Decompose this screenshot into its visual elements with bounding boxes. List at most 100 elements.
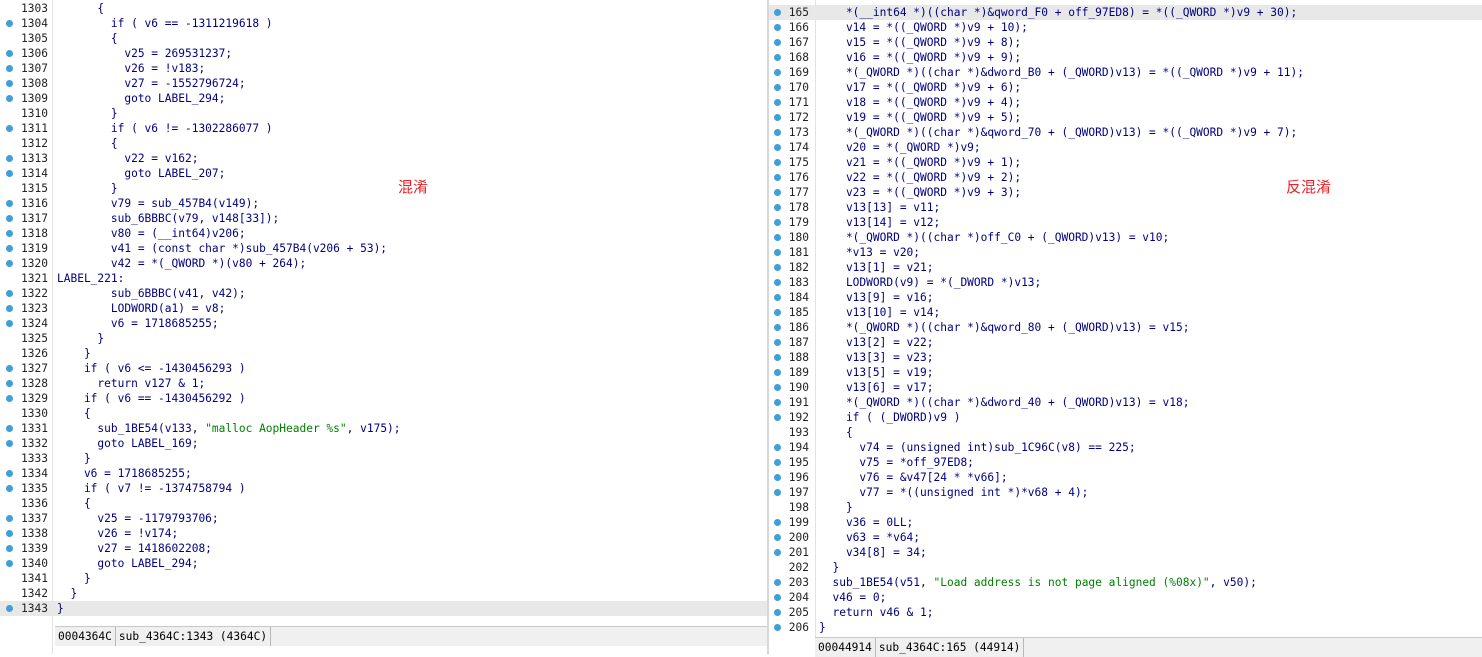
code-text[interactable]: v21 = *((_QWORD *)v9 + 1); [819,155,1021,170]
code-line[interactable]: 203 sub_1BE54(v51, "Load address is not … [769,575,1482,590]
code-text[interactable]: } [57,601,64,616]
code-line[interactable]: 175 v21 = *((_QWORD *)v9 + 1); [769,155,1482,170]
code-text[interactable]: } [57,571,91,586]
code-text[interactable]: v26 = !v174; [57,526,178,541]
code-line[interactable]: 170 v17 = *((_QWORD *)v9 + 6); [769,80,1482,95]
code-line[interactable]: 196 v76 = &v47[24 * *v66]; [769,470,1482,485]
code-text[interactable]: v27 = -1552796724; [57,76,245,91]
code-line[interactable]: 187 v13[2] = v22; [769,335,1482,350]
code-text[interactable]: sub_6BBBC(v41, v42); [57,286,246,301]
code-line[interactable]: 1313 v22 = v162; [0,151,767,166]
code-line[interactable]: 1308 v27 = -1552796724; [0,76,767,91]
code-line[interactable]: 1325 } [0,331,767,346]
code-view[interactable]: 165 *(__int64 *)((char *)&qword_F0 + off… [769,5,1482,635]
code-text[interactable]: v42 = *(_QWORD *)(v80 + 264); [57,256,306,271]
code-text[interactable]: v6 = 1718685255; [57,316,219,331]
code-text[interactable]: v80 = (__int64)v206; [57,226,246,241]
code-line[interactable]: 1342 } [0,586,767,601]
code-line[interactable]: 206} [769,620,1482,635]
code-line[interactable]: 193 { [769,425,1482,440]
code-line[interactable]: 1315 } [0,181,767,196]
code-text[interactable]: { [57,136,118,151]
code-line[interactable]: 204 v46 = 0; [769,590,1482,605]
code-text[interactable]: *v13 = v20; [819,245,920,260]
code-text[interactable]: return v127 & 1; [57,376,205,391]
code-line[interactable]: 184 v13[9] = v16; [769,290,1482,305]
code-line[interactable]: 165 *(__int64 *)((char *)&qword_F0 + off… [769,5,1482,20]
code-text[interactable]: *(_QWORD *)((char *)&qword_80 + (_QWORD)… [819,320,1190,335]
code-line[interactable]: 1339 v27 = 1418602208; [0,541,767,556]
code-line[interactable]: 168 v16 = *((_QWORD *)v9 + 9); [769,50,1482,65]
code-text[interactable]: { [819,425,853,440]
right-pseudocode-pane[interactable]: 165 *(__int64 *)((char *)&qword_F0 + off… [769,0,1482,654]
code-text[interactable]: v13[10] = v14; [819,305,940,320]
code-line[interactable]: 1341 } [0,571,767,586]
code-text[interactable]: if ( v7 != -1374758794 ) [57,481,246,496]
code-line[interactable]: 186 *(_QWORD *)((char *)&qword_80 + (_QW… [769,320,1482,335]
left-pseudocode-pane[interactable]: 1303 {1304 if ( v6 == -1311219618 ) 1305 … [0,0,767,654]
code-text[interactable]: v13[3] = v23; [819,350,934,365]
code-line[interactable]: 191 *(_QWORD *)((char *)&dword_40 + (_QW… [769,395,1482,410]
code-line[interactable]: 1331 sub_1BE54(v133, "malloc AopHeader %… [0,421,767,436]
code-text[interactable]: LODWORD(a1) = v8; [57,301,226,316]
code-line[interactable]: 1314 goto LABEL_207; [0,166,767,181]
code-line[interactable]: 189 v13[5] = v19; [769,365,1482,380]
code-text[interactable]: v17 = *((_QWORD *)v9 + 6); [819,80,1021,95]
code-text[interactable]: sub_6BBBC(v79, v148[33]); [57,211,279,226]
code-line[interactable]: 197 v77 = *((unsigned int *)*v68 + 4); [769,485,1482,500]
code-line[interactable]: 1319 v41 = (const char *)sub_457B4(v206 … [0,241,767,256]
code-line[interactable]: 1330 { [0,406,767,421]
code-text[interactable]: v13[6] = v17; [819,380,934,395]
code-text[interactable]: } [819,620,826,635]
code-text[interactable]: v19 = *((_QWORD *)v9 + 5); [819,110,1021,125]
code-text[interactable]: v18 = *((_QWORD *)v9 + 4); [819,95,1021,110]
code-line[interactable]: 179 v13[14] = v12; [769,215,1482,230]
code-line[interactable]: 174 v20 = *(_QWORD *)v9; [769,140,1482,155]
code-text[interactable]: v63 = *v64; [819,530,920,545]
code-text[interactable]: *(_QWORD *)((char *)off_C0 + (_QWORD)v13… [819,230,1169,245]
code-text[interactable]: } [57,346,91,361]
code-text[interactable]: if ( v6 != -1302286077 ) [57,121,273,136]
code-line[interactable]: 181 *v13 = v20; [769,245,1482,260]
code-line[interactable]: 1335 if ( v7 != -1374758794 ) [0,481,767,496]
code-line[interactable]: 1326 } [0,346,767,361]
code-line[interactable]: 192 if ( (_DWORD)v9 ) [769,410,1482,425]
code-line[interactable]: 1322 sub_6BBBC(v41, v42); [0,286,767,301]
code-line[interactable]: 195 v75 = *off_97ED8; [769,455,1482,470]
code-text[interactable]: v13[14] = v12; [819,215,940,230]
code-line[interactable]: 205 return v46 & 1; [769,605,1482,620]
code-text[interactable]: } [57,181,118,196]
code-line[interactable]: 1333 } [0,451,767,466]
code-text[interactable]: { [57,1,104,16]
code-text[interactable]: LABEL_221: [57,271,124,286]
code-line[interactable]: 185 v13[10] = v14; [769,305,1482,320]
code-text[interactable]: v13[2] = v22; [819,335,934,350]
code-line[interactable]: 1306 v25 = 269531237; [0,46,767,61]
code-text[interactable]: *(_QWORD *)((char *)&qword_70 + (_QWORD)… [819,125,1297,140]
code-text[interactable]: v76 = &v47[24 * *v66]; [819,470,1007,485]
code-text[interactable]: v36 = 0LL; [819,515,913,530]
code-text[interactable]: { [57,496,91,511]
code-line[interactable]: 198 } [769,500,1482,515]
code-text[interactable]: } [57,106,118,121]
code-text[interactable]: sub_1BE54(v51, "Load address is not page… [819,575,1256,590]
code-line[interactable]: 1329 if ( v6 == -1430456292 ) [0,391,767,406]
code-line[interactable]: 1328 return v127 & 1; [0,376,767,391]
code-line[interactable]: 182 v13[1] = v21; [769,260,1482,275]
code-text[interactable]: } [819,560,839,575]
code-line[interactable]: 1327 if ( v6 <= -1430456293 ) [0,361,767,376]
code-line[interactable]: 183 LODWORD(v9) = *(_DWORD *)v13; [769,275,1482,290]
code-line[interactable]: 1340 goto LABEL_294; [0,556,767,571]
code-text[interactable]: { [57,31,118,46]
code-line[interactable]: 173 *(_QWORD *)((char *)&qword_70 + (_QW… [769,125,1482,140]
code-line[interactable]: 1310 } [0,106,767,121]
code-line[interactable]: 1305 { [0,31,767,46]
code-text[interactable]: v13[13] = v11; [819,200,940,215]
code-text[interactable]: } [819,500,853,515]
code-line[interactable]: 1316 v79 = sub_457B4(v149); [0,196,767,211]
code-text[interactable]: if ( v6 <= -1430456293 ) [57,361,246,376]
code-line[interactable]: 201 v34[8] = 34; [769,545,1482,560]
code-text[interactable]: v15 = *((_QWORD *)v9 + 8); [819,35,1021,50]
code-text[interactable]: v14 = *((_QWORD *)v9 + 10); [819,20,1028,35]
code-text[interactable]: goto LABEL_169; [57,436,198,451]
